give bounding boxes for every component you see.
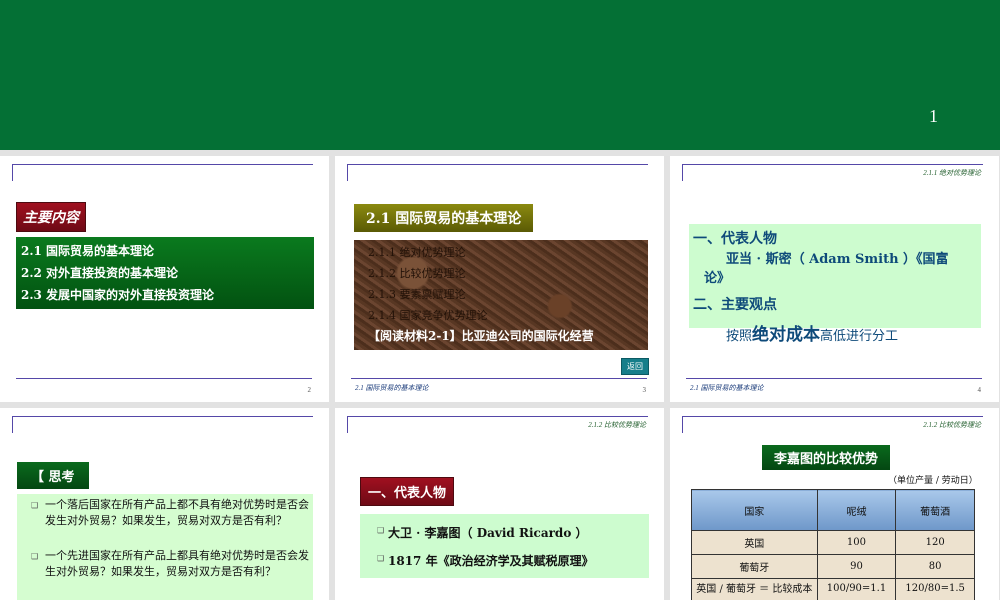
table-cell: 英国 / 葡萄牙 ＝ 比较成本 xyxy=(691,578,818,600)
header-cell: 国家 xyxy=(691,489,818,531)
top-rule xyxy=(12,416,313,433)
table-cell: 英国 xyxy=(691,530,818,555)
table-cell: 80 xyxy=(895,554,975,579)
table-cell: 90 xyxy=(816,554,897,579)
main-view-suffix: 高低进行分工 xyxy=(820,329,899,344)
heading-main-view: 二、主要观点 xyxy=(693,294,777,314)
topic-list: 2.1.1 绝对优势理论 2.1.2 比较优势理论 2.1.3 要素禀赋理论 2… xyxy=(354,240,648,350)
slide-title: 2.1 国际贸易的基本理论 xyxy=(354,204,534,232)
list-item[interactable]: 2.2 对外直接投资的基本理论 xyxy=(21,262,309,284)
slide-thumbnail-2[interactable]: 主要内容 2.1 国际贸易的基本理论 2.2 对外直接投资的基本理论 2.3 发… xyxy=(0,156,329,402)
table-cell: 120/80=1.5 xyxy=(895,578,975,600)
slide-title: 李嘉图的比较优势 xyxy=(762,445,891,470)
page-number: 2 xyxy=(307,386,312,394)
main-view-emphasis: 绝对成本 xyxy=(752,325,821,345)
header-cell: 葡萄酒 xyxy=(895,489,975,531)
table-cell: 葡萄牙 xyxy=(691,554,818,579)
slide-footer: 2.1 国际贸易的基本理论 xyxy=(355,384,429,392)
table-cell: 100/90=1.1 xyxy=(816,578,897,600)
question-panel: ❑ 一个落后国家在所有产品上都不具有绝对优势时是否会发生对外贸易？如果发生，贸易… xyxy=(17,494,313,600)
table-header-row: 国家 呢绒 葡萄酒 xyxy=(691,489,975,531)
bottom-rule xyxy=(16,378,312,379)
list-item[interactable]: 2.1.2 比较优势理论 xyxy=(368,263,634,284)
list-item[interactable]: 2.1.3 要素禀赋理论 xyxy=(368,284,634,305)
table-row: 英国 / 葡萄牙 ＝ 比较成本 100/90=1.1 120/80=1.5 xyxy=(691,578,975,600)
main-view-text: 按照绝对成本高低进行分工 xyxy=(726,320,898,345)
list-item[interactable]: 2.1 国际贸易的基本理论 xyxy=(21,240,309,262)
list-item[interactable]: 2.3 发展中国家的对外直接投资理论 xyxy=(21,284,309,306)
bullet-icon: ❑ xyxy=(377,554,385,563)
representative-person: 亚当 · 斯密（ Adam Smith ）《国富论》 xyxy=(704,252,949,286)
list-item[interactable]: 2.1.1 绝对优势理论 xyxy=(368,242,634,263)
heading-main-view-text: 二、主要观点 xyxy=(693,297,777,313)
slide-thumbnail-6[interactable]: 2.1.2 比较优势理论 一、代表人物 ❑ 大卫 · 李嘉图（ David Ri… xyxy=(335,408,664,600)
bullet-icon: ❑ xyxy=(31,501,39,510)
slide-footer: 2.1 国际贸易的基本理论 xyxy=(690,384,764,392)
slide-thumbnail-7[interactable]: 2.1.2 比较优势理论 李嘉图的比较优势 （单位产量 / 劳动日） 国家 呢绒… xyxy=(670,408,999,600)
header-cell: 呢绒 xyxy=(816,489,897,531)
publication: 1817 年《政治经济学及其赋税原理》 xyxy=(388,554,594,568)
question-2: 一个先进国家在所有产品上都具有绝对优势时是否会发生对外贸易？如果发生，贸易对双方… xyxy=(45,549,309,578)
bullet-icon: ❑ xyxy=(31,552,39,561)
table-row: 葡萄牙 90 80 xyxy=(691,554,975,579)
section-tag: 2.1.1 绝对优势理论 xyxy=(923,169,981,177)
table-row: 英国 100 120 xyxy=(691,530,975,555)
page-number: 3 xyxy=(642,386,647,394)
bottom-rule xyxy=(686,378,982,379)
slide-number: 1 xyxy=(929,106,938,126)
title-slide-banner[interactable]: 1 xyxy=(0,0,1000,150)
section-tag: 2.1.2 比较优势理论 xyxy=(923,421,981,429)
back-button[interactable]: 返回 xyxy=(621,358,649,375)
slide-thumbnail-4[interactable]: 2.1.1 绝对优势理论 一、代表人物 亚当 · 斯密（ Adam Smith … xyxy=(670,156,999,402)
question-1: 一个落后国家在所有产品上都不具有绝对优势时是否会发生对外贸易？如果发生，贸易对双… xyxy=(45,498,309,527)
slide-title: 一、代表人物 xyxy=(360,477,455,506)
slide-thumbnail-5[interactable]: 【 思考 ❑ 一个落后国家在所有产品上都不具有绝对优势时是否会发生对外贸易？如果… xyxy=(0,408,329,600)
reading-material-link[interactable]: 【阅读材料2-1】比亚迪公司的国际化经营 xyxy=(368,326,634,347)
representative-person: 大卫 · 李嘉图（ David Ricardo ） xyxy=(388,526,588,540)
table-cell: 100 xyxy=(816,530,897,555)
top-rule xyxy=(12,164,313,181)
heading-representative: 一、代表人物 xyxy=(693,231,777,247)
top-rule xyxy=(347,164,648,181)
bottom-rule xyxy=(351,378,647,379)
section-tag: 2.1.2 比较优势理论 xyxy=(588,421,646,429)
table-cell: 120 xyxy=(895,530,975,555)
slide-title: 【 思考 xyxy=(17,462,89,489)
page-number: 4 xyxy=(977,386,982,394)
content-list: 2.1 国际贸易的基本理论 2.2 对外直接投资的基本理论 2.3 发展中国家的… xyxy=(16,237,314,309)
comparison-table: 国家 呢绒 葡萄酒 英国 100 120 葡萄牙 90 80 英国 / 葡萄牙 … xyxy=(691,489,975,600)
slide-thumbnail-3[interactable]: 2.1 国际贸易的基本理论 2.1.1 绝对优势理论 2.1.2 比较优势理论 … xyxy=(335,156,664,402)
slide-title: 主要内容 xyxy=(16,202,86,232)
bullet-icon: ❑ xyxy=(377,526,385,535)
unit-note: （单位产量 / 劳动日） xyxy=(888,476,978,486)
list-item[interactable]: 2.1.4 国家竞争优势理论 xyxy=(368,305,634,326)
main-view-prefix: 按照 xyxy=(726,329,753,344)
